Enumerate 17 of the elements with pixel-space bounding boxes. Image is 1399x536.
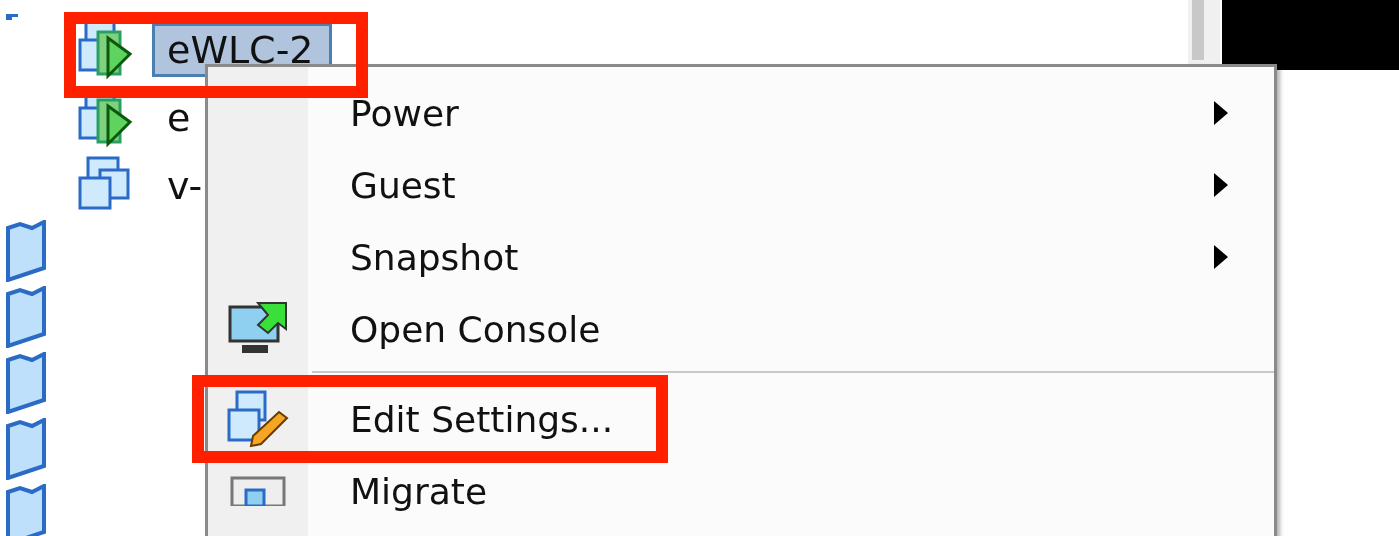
submenu-arrow-icon	[1214, 173, 1228, 197]
edit-icon	[227, 390, 289, 448]
submenu-arrow-icon	[1214, 245, 1228, 269]
menu-item[interactable]: Migrate	[208, 455, 1274, 527]
folder-icon[interactable]	[6, 352, 48, 414]
migrate-icon	[228, 476, 288, 506]
menu-item[interactable]: Power	[208, 77, 1274, 149]
menu-item[interactable]: Open Console	[208, 293, 1274, 365]
folder-icon[interactable]	[6, 418, 48, 480]
folder-icon[interactable]	[6, 484, 48, 536]
submenu-arrow-icon	[1214, 101, 1228, 125]
menu-item[interactable]: Guest	[208, 149, 1274, 221]
folder-icon[interactable]	[6, 220, 48, 282]
menu-item[interactable]: Snapshot	[208, 221, 1274, 293]
folder-icon[interactable]	[6, 286, 48, 348]
scrollbar-thumb[interactable]	[1192, 0, 1204, 60]
menu-item[interactable]: Edit Settings...	[208, 383, 1274, 455]
